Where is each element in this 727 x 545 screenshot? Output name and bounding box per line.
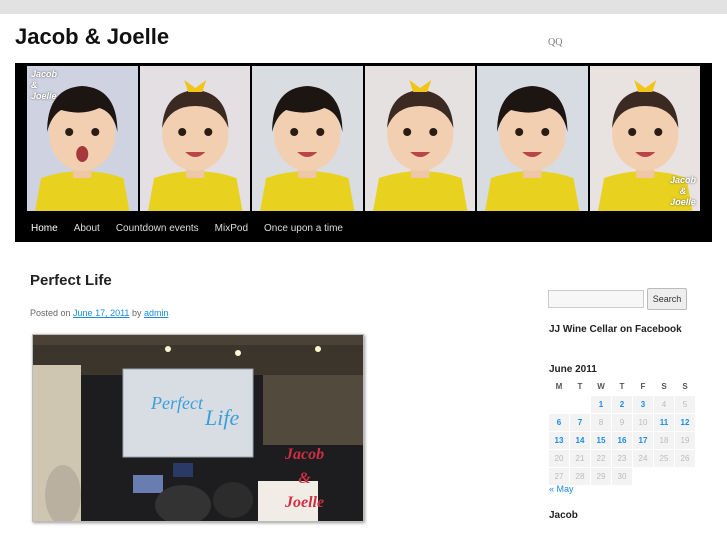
post-title[interactable]: Perfect Life bbox=[30, 272, 112, 289]
search-button[interactable]: Search bbox=[647, 288, 687, 310]
calendar-weekday-header: M bbox=[555, 382, 563, 391]
posted-on-label: Posted on bbox=[30, 308, 71, 318]
calendar-day[interactable]: 7 bbox=[570, 414, 590, 431]
calendar-day: 19 bbox=[675, 432, 695, 449]
post-meta: Posted on June 17, 2011 by admin bbox=[30, 308, 169, 318]
banner-photo-frame bbox=[139, 66, 250, 211]
calendar-day: 24 bbox=[633, 450, 653, 467]
calendar-day: 21 bbox=[570, 450, 590, 467]
calendar-day: 5 bbox=[675, 396, 695, 413]
post-author-link[interactable]: admin bbox=[144, 308, 169, 318]
calendar-empty-cell bbox=[675, 468, 695, 485]
banner-photo-frame bbox=[364, 66, 475, 211]
calendar-prev-month-link[interactable]: « May bbox=[549, 484, 574, 494]
post-image[interactable]: Perfect Life Jacob & Joelle bbox=[32, 334, 364, 522]
calendar-day[interactable]: 1 bbox=[591, 396, 611, 413]
calendar-day: 29 bbox=[591, 468, 611, 485]
banner-watermark-top: Jacob & Joelle bbox=[31, 69, 58, 101]
calendar-day: 9 bbox=[612, 414, 632, 431]
calendar-day: 30 bbox=[612, 468, 632, 485]
nav-item-mixpod[interactable]: MixPod bbox=[215, 223, 248, 234]
post-date-link[interactable]: June 17, 2011 bbox=[73, 308, 129, 318]
sign-text-life: Life bbox=[205, 405, 240, 430]
nav-item-home[interactable]: Home bbox=[31, 223, 58, 234]
calendar-day[interactable]: 6 bbox=[549, 414, 569, 431]
calendar-empty-cell bbox=[549, 396, 569, 413]
banner-photo-frame: Jacob & Joelle bbox=[27, 66, 138, 211]
nav-item-countdown-events[interactable]: Countdown events bbox=[116, 223, 199, 234]
search-input[interactable] bbox=[548, 290, 644, 308]
calendar-day: 28 bbox=[570, 468, 590, 485]
banner-watermark-bottom: Jacob & Joelle bbox=[669, 175, 696, 207]
calendar-empty-cell bbox=[633, 468, 653, 485]
calendar-day[interactable]: 17 bbox=[633, 432, 653, 449]
facebook-widget-title[interactable]: JJ Wine Cellar on Facebook bbox=[549, 324, 682, 335]
banner-photo-frame bbox=[477, 66, 588, 211]
top-strip bbox=[0, 0, 727, 14]
header: Jacob & Joelle Jacob & Joelle Home About Co… bbox=[15, 63, 712, 242]
calendar-day: 27 bbox=[549, 468, 569, 485]
calendar-day: 4 bbox=[654, 396, 674, 413]
calendar-caption: June 2011 bbox=[549, 364, 597, 375]
sign-text-perfect: Perfect bbox=[151, 393, 203, 413]
calendar-day[interactable]: 11 bbox=[654, 414, 674, 431]
calendar-empty-cell bbox=[570, 396, 590, 413]
calendar-grid: M T W T F S S 1 2 3 4 5 6 7 8 9 10 11 12 13 14 15 16 17 18 19 20 21… bbox=[549, 378, 695, 485]
site-description: QQ bbox=[548, 37, 563, 48]
calendar-day[interactable]: 15 bbox=[591, 432, 611, 449]
calendar-day: 22 bbox=[591, 450, 611, 467]
calendar-day: 18 bbox=[654, 432, 674, 449]
calendar-weekday-header: F bbox=[640, 382, 646, 391]
site-title[interactable]: Jacob & Joelle bbox=[15, 24, 169, 50]
nav-item-once-upon-a-time[interactable]: Once upon a time bbox=[264, 223, 343, 234]
calendar-day[interactable]: 14 bbox=[570, 432, 590, 449]
banner-photo-frame: Jacob & Joelle bbox=[589, 66, 700, 211]
calendar-day: 8 bbox=[591, 414, 611, 431]
calendar-weekday-header: S bbox=[682, 382, 688, 391]
jacob-widget-title: Jacob bbox=[549, 510, 578, 521]
calendar-day[interactable]: 2 bbox=[612, 396, 632, 413]
calendar-day: 10 bbox=[633, 414, 653, 431]
header-banner-image[interactable]: Jacob & Joelle Jacob & Joelle bbox=[27, 66, 700, 211]
calendar-day: 23 bbox=[612, 450, 632, 467]
calendar-weekday-header: T bbox=[577, 382, 583, 391]
calendar-weekday-header: S bbox=[661, 382, 667, 391]
by-label: by bbox=[131, 308, 142, 318]
main-navigation: Home About Countdown events MixPod Once upon… bbox=[15, 215, 712, 242]
calendar-weekday-header: W bbox=[597, 382, 605, 391]
nav-item-about[interactable]: About bbox=[74, 223, 100, 234]
calendar-day[interactable]: 12 bbox=[675, 414, 695, 431]
calendar-weekday-header: T bbox=[619, 382, 625, 391]
calendar-day: 20 bbox=[549, 450, 569, 467]
calendar-day: 25 bbox=[654, 450, 674, 467]
banner-photo-frame bbox=[252, 66, 363, 211]
calendar-day[interactable]: 16 bbox=[612, 432, 632, 449]
calendar-day[interactable]: 3 bbox=[633, 396, 653, 413]
calendar-day: 26 bbox=[675, 450, 695, 467]
calendar-day[interactable]: 13 bbox=[549, 432, 569, 449]
image-watermark: Jacob & Joelle bbox=[285, 446, 325, 511]
calendar-empty-cell bbox=[654, 468, 674, 485]
